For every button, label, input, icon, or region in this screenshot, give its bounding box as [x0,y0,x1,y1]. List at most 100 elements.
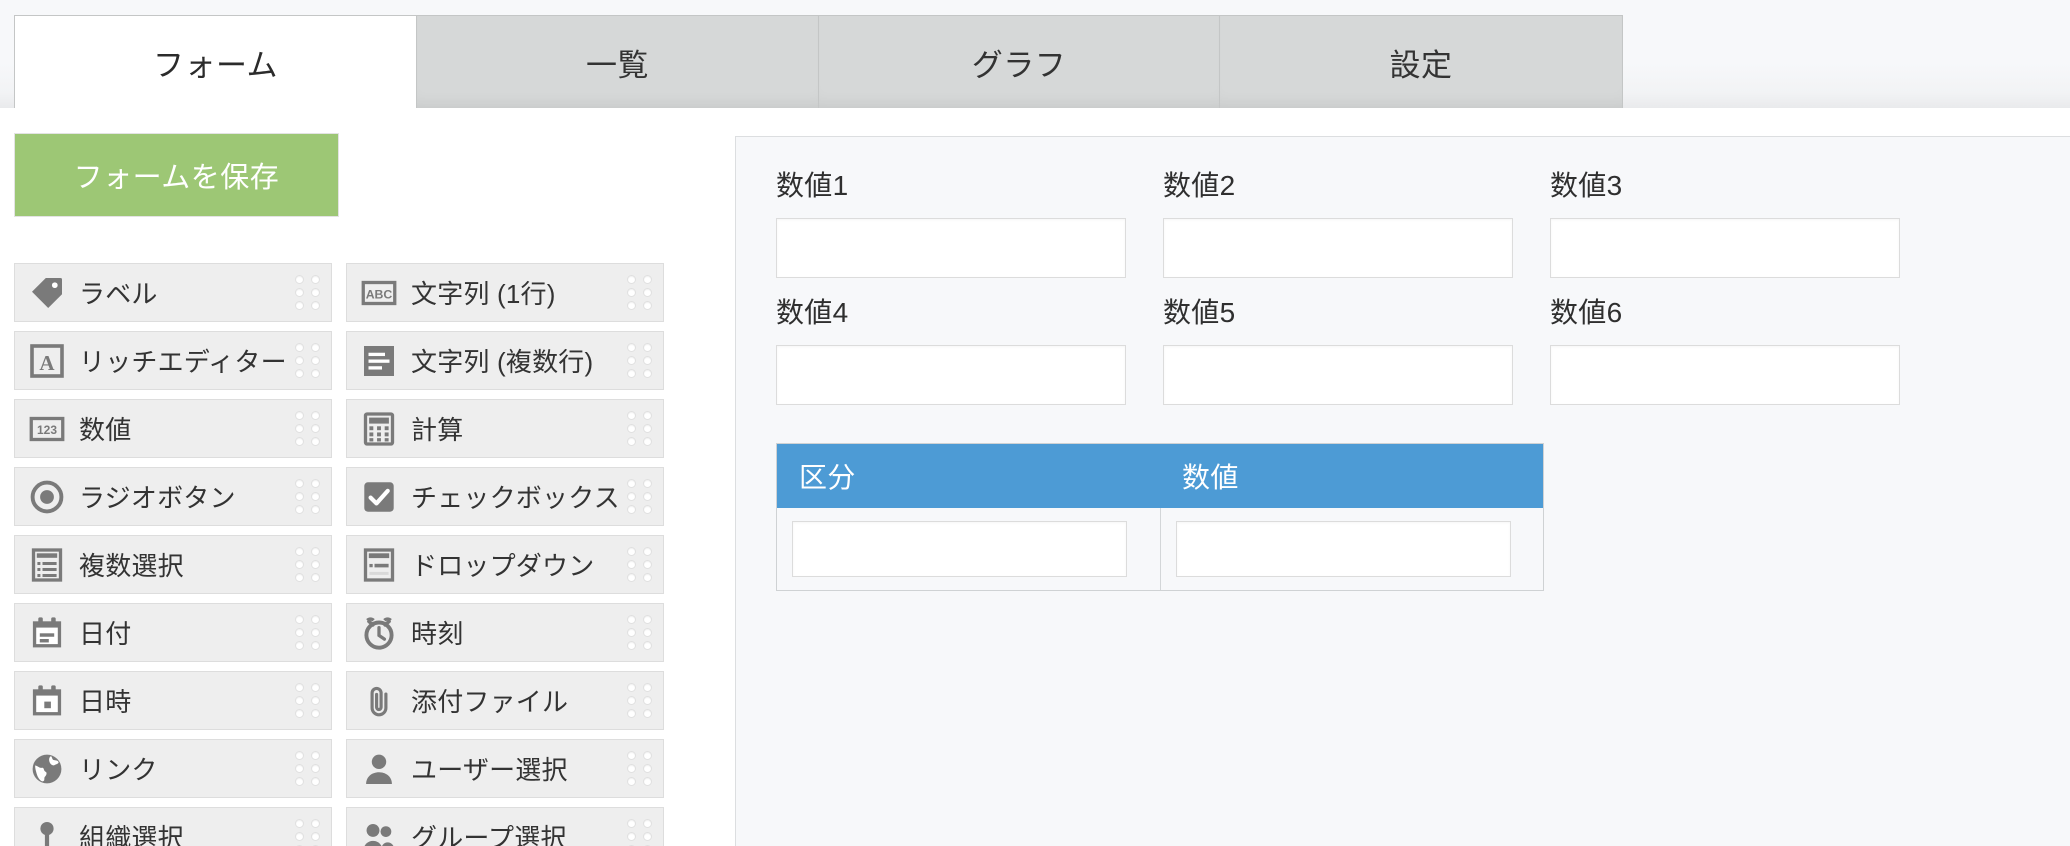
palette-item-checkbox[interactable]: チェックボックス [346,467,664,526]
subtable-cell-suuchi [1161,508,1544,590]
palette-item-paperclip[interactable]: 添付ファイル [346,671,664,730]
user-select-icon [360,750,398,788]
palette-item-calculator[interactable]: 計算 [346,399,664,458]
drag-handle-icon[interactable] [627,818,653,846]
palette-item-label: 計算 [411,415,464,445]
svg-text:A: A [39,351,55,375]
form-field-suuchi3-label: 数値3 [1550,170,1623,201]
form-builder-screen: フォーム 一覧 グラフ 設定 フォームを保存 ラベル ABC 文字列 (1行) A リッ… [0,0,2070,846]
palette-item-globe-link[interactable]: リンク [14,739,332,798]
globe-link-icon [28,750,66,788]
drag-handle-icon[interactable] [627,750,653,787]
save-form-button-label: フォームを保存 [73,162,280,194]
drag-handle-icon[interactable] [295,342,321,379]
drag-handle-icon[interactable] [295,478,321,515]
drag-handle-icon[interactable] [627,478,653,515]
palette-item-group-select[interactable]: グループ選択 [346,807,664,846]
drag-handle-icon[interactable] [627,682,653,719]
form-field-suuchi5[interactable]: 数値5 [1163,296,1550,425]
palette-item-label: ラベル [79,279,158,309]
save-form-button[interactable]: フォームを保存 [14,133,339,217]
palette-item-label: リッチエディター [79,347,287,377]
form-field-suuchi3-input[interactable] [1550,217,1900,278]
multi-select-icon [28,546,66,584]
palette-item-label: グループ選択 [411,823,567,846]
field-row-1: 数値1 数値2 数値3 [776,170,2070,298]
tab-strip: フォーム 一覧 グラフ 設定 [14,15,1623,110]
drag-handle-icon[interactable] [295,274,321,311]
abc-icon: ABC [360,274,398,312]
palette-item-label: 添付ファイル [411,687,569,717]
palette-item-radio-button[interactable]: ラジオボタン [14,467,332,526]
palette-item-dropdown[interactable]: ドロップダウン [346,535,664,594]
drag-handle-icon[interactable] [295,818,321,846]
palette-item-label: チェックボックス [411,483,620,513]
palette-item-calendar-datetime[interactable]: 日時 [14,671,332,730]
palette-item-multiline-text[interactable]: 文字列 (複数行) [346,331,664,390]
form-field-suuchi4-label: 数値4 [776,296,849,328]
palette-item-label: リンク [79,755,158,785]
group-select-icon [360,818,398,846]
form-field-suuchi6[interactable]: 数値6 [1550,297,1937,425]
dropdown-icon [360,546,398,584]
subtable: 区分 数値 [776,442,1544,591]
number-123-icon: 123 [28,410,66,448]
tab-form[interactable]: フォーム [14,15,417,110]
radio-button-icon [28,478,66,516]
tab-graph[interactable]: グラフ [818,15,1220,108]
form-field-suuchi3[interactable]: 数値3 [1550,170,1937,298]
form-field-suuchi2-input[interactable] [1163,217,1513,278]
palette-item-tag[interactable]: ラベル [14,263,332,322]
clock-icon [360,614,398,652]
drag-handle-icon[interactable] [295,750,321,787]
form-field-suuchi5-label: 数値5 [1163,296,1236,328]
drag-handle-icon[interactable] [627,342,653,379]
multiline-text-icon [360,342,398,380]
form-field-suuchi1-input[interactable] [776,217,1126,278]
palette-item-rich-text[interactable]: A リッチエディター [14,331,332,390]
palette-item-calendar-date[interactable]: 日付 [14,603,332,662]
form-field-suuchi1[interactable]: 数値1 [776,170,1163,298]
drag-handle-icon[interactable] [295,410,321,447]
tag-icon [28,274,66,312]
palette-item-label: ラジオボタン [79,483,236,513]
calculator-icon [360,410,398,448]
form-field-suuchi4[interactable]: 数値4 [776,296,1163,425]
palette-item-label: 日付 [79,619,132,649]
tab-settings[interactable]: 設定 [1219,15,1623,108]
drag-handle-icon[interactable] [627,546,653,583]
form-field-suuchi5-input[interactable] [1163,344,1513,405]
form-field-suuchi6-input[interactable] [1550,344,1900,405]
form-field-suuchi2[interactable]: 数値2 [1163,170,1550,298]
subtable-header-row: 区分 数値 [777,443,1543,508]
drag-handle-icon[interactable] [295,614,321,651]
subtable-cell-suuchi-input[interactable] [1175,520,1511,577]
palette-item-clock[interactable]: 時刻 [346,603,664,662]
palette-item-label: 複数選択 [79,551,184,581]
subtable-cell-kubun-input[interactable] [792,520,1127,577]
palette-item-label: 文字列 (複数行) [411,347,594,377]
drag-handle-icon[interactable] [295,546,321,583]
palette-item-multi-select[interactable]: 複数選択 [14,535,332,594]
palette-item-organization-select[interactable]: 組織選択 [14,807,332,846]
drag-handle-icon[interactable] [295,682,321,719]
palette-item-number-123[interactable]: 123 数値 [14,399,332,458]
tab-list[interactable]: 一覧 [416,15,819,108]
palette-item-user-select[interactable]: ユーザー選択 [346,739,664,798]
palette-item-label: 数値 [79,415,132,445]
tab-form-label: フォーム [152,47,279,83]
palette-item-abc[interactable]: ABC 文字列 (1行) [346,263,664,322]
drag-handle-icon[interactable] [627,410,653,447]
drag-handle-icon[interactable] [627,274,653,311]
subtable-column-header-kubun: 区分 [799,461,856,493]
drag-handle-icon[interactable] [627,614,653,651]
checkbox-icon [360,478,398,516]
palette-item-label: ユーザー選択 [411,755,568,785]
field-palette-sidebar: フォームを保存 ラベル ABC 文字列 (1行) A リッチエディター 文字列 (複数行)… [0,108,700,846]
subtable-column-header-suuchi: 数値 [1182,461,1239,493]
form-field-suuchi4-input[interactable] [776,344,1126,405]
tab-settings-label: 設定 [1389,47,1453,83]
organization-select-icon [28,818,66,846]
palette-item-label: 組織選択 [79,823,184,846]
form-canvas: 数値1 数値2 数値3 数値4 数値5 数値6 区分 数値 [735,136,2070,846]
